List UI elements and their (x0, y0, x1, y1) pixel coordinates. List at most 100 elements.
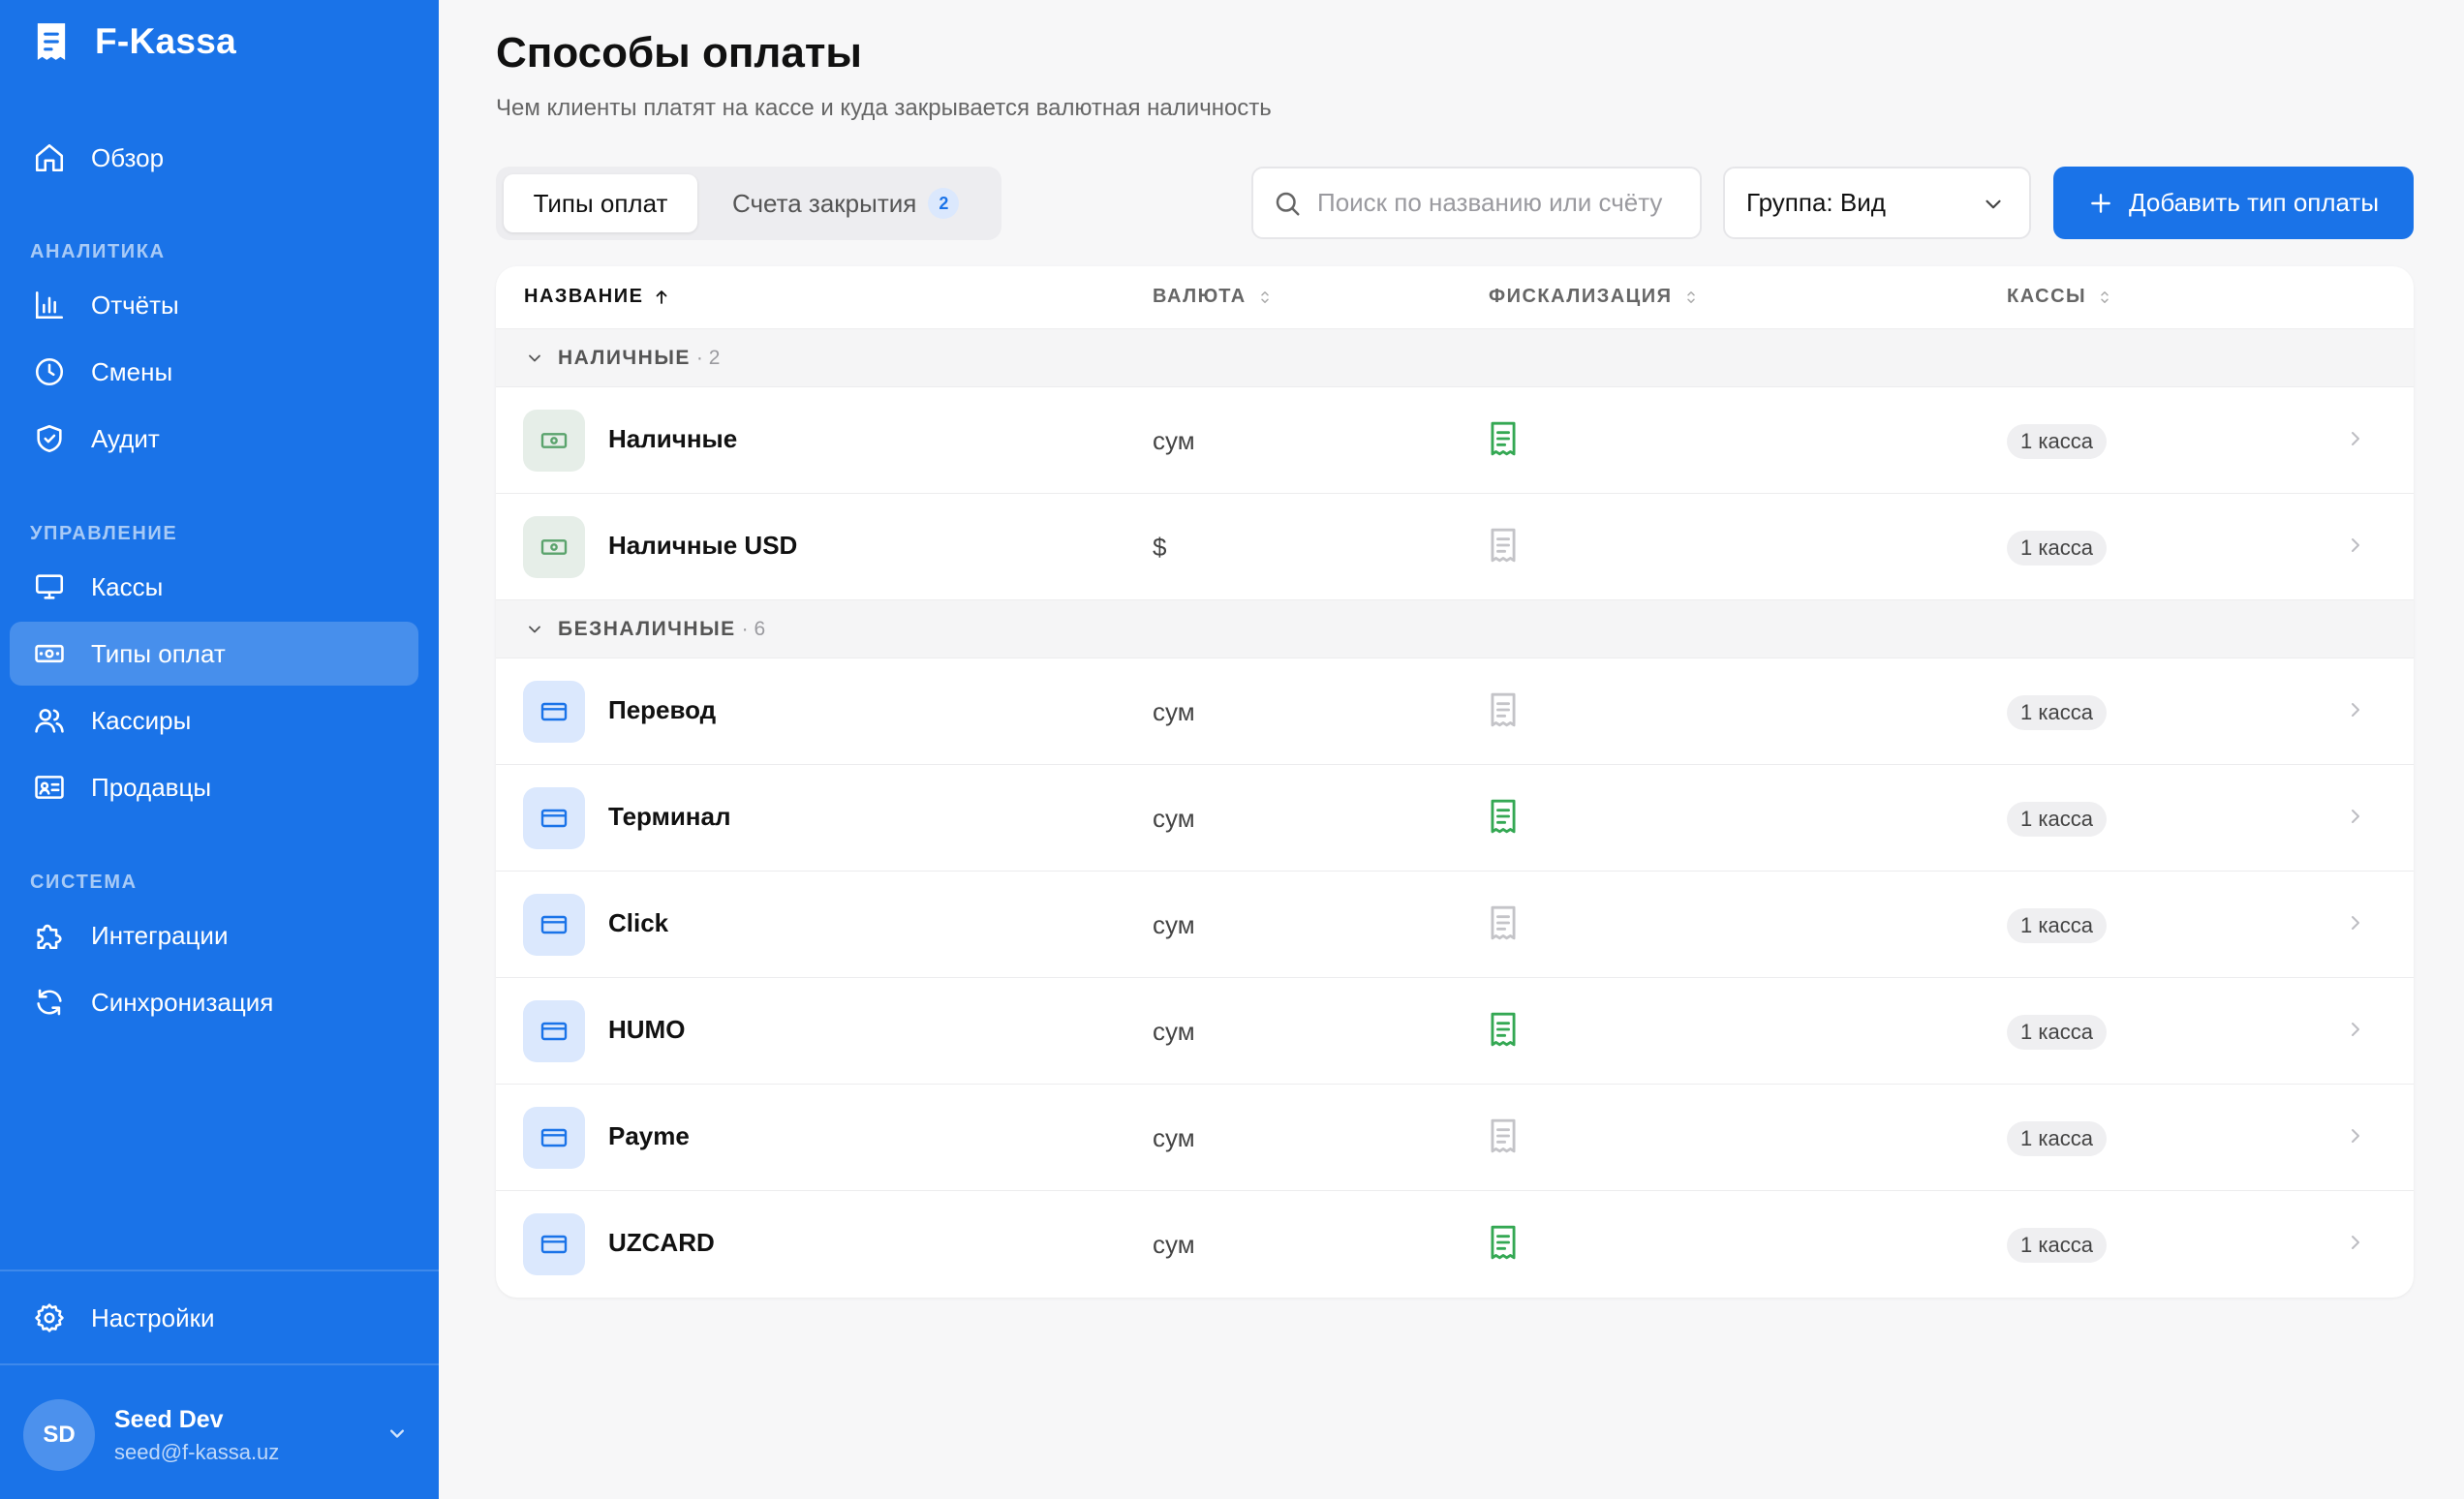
chevron-right-icon (2352, 538, 2359, 552)
column-label: НАЗВАНИЕ (524, 286, 644, 307)
table-row[interactable]: Терминал сум 1 касса (496, 765, 2414, 872)
kassy-badge: 1 касса (2007, 695, 2107, 730)
card-icon-tile (523, 1107, 585, 1169)
tab-payment-types[interactable]: Типы оплат (504, 174, 697, 232)
chevron-right-icon (2352, 916, 2359, 930)
sort-icon (1686, 291, 1695, 303)
table-header: НАЗВАНИЕ ВАЛЮТА ФИСКАЛИЗАЦИЯ КАССЫ (496, 266, 2414, 329)
group-header-cashless[interactable]: БЕЗНАЛИЧНЫЕ · 6 (496, 600, 2414, 658)
sidebar-item-kassy[interactable]: Кассы (10, 555, 418, 619)
bar-chart-icon (35, 291, 64, 320)
payment-name: Payme (608, 1121, 690, 1150)
card-icon-tile (523, 787, 585, 849)
fiscal-receipt-icon (1491, 421, 1516, 456)
sort-icon (1260, 291, 1269, 303)
column-label: ВАЛЮТА (1153, 286, 1247, 307)
column-header-kassy[interactable]: КАССЫ (2007, 286, 2113, 308)
group-header-cash[interactable]: НАЛИЧНЫЕ · 2 (496, 329, 2414, 387)
chevron-down-icon (390, 1429, 404, 1438)
payment-name: Наличные (608, 424, 738, 453)
kassy-badge: 1 касса (2007, 1121, 2107, 1156)
table-row[interactable]: Наличные USD $ 1 касса (496, 494, 2414, 600)
add-button-label: Добавить тип оплаты (2128, 188, 2380, 217)
table-row[interactable]: UZCARD сум 1 касса (496, 1191, 2414, 1298)
sidebar-item-shifts[interactable]: Смены (10, 340, 418, 404)
payment-currency: сум (1153, 1123, 1195, 1152)
user-menu[interactable]: SD Seed Dev seed@f-kassa.uz (23, 1396, 411, 1474)
sidebar-item-label: Синхронизация (91, 987, 274, 1017)
sidebar-item-label: Обзор (91, 142, 165, 172)
chevron-right-icon (2352, 1023, 2359, 1036)
sidebar-item-sellers[interactable]: Продавцы (10, 755, 418, 819)
payment-currency: сум (1153, 804, 1195, 833)
brand[interactable]: F-Kassa (33, 17, 236, 66)
column-header-name[interactable]: НАЗВАНИЕ (524, 286, 670, 308)
column-header-fiscal[interactable]: ФИСКАЛИЗАЦИЯ (1489, 286, 1700, 308)
card-icon-tile (523, 894, 585, 956)
sidebar-item-settings[interactable]: Настройки (10, 1286, 418, 1350)
sidebar-item-label: Интеграции (91, 920, 229, 950)
sidebar-item-audit[interactable]: Аудит (10, 407, 418, 471)
group-select-value: Группа: Вид (1746, 188, 1886, 217)
group-title: НАЛИЧНЫЕ (558, 346, 691, 369)
group-select[interactable]: Группа: Вид (1723, 167, 2031, 239)
sidebar-item-reports[interactable]: Отчёты (10, 273, 418, 337)
table-row[interactable]: Наличные сум 1 касса (496, 387, 2414, 494)
shield-check-icon (37, 424, 62, 453)
tab-closing-accounts[interactable]: Счета закрытия 2 (732, 174, 960, 232)
column-header-currency[interactable]: ВАЛЮТА (1153, 286, 1274, 308)
sidebar-item-integrations[interactable]: Интеграции (10, 903, 418, 967)
credit-card-icon (540, 809, 568, 828)
fiscal-receipt-icon (1491, 1012, 1516, 1047)
chevron-right-icon (2352, 810, 2359, 823)
search-input[interactable] (1317, 188, 1695, 218)
user-email: seed@f-kassa.uz (114, 1439, 280, 1464)
fiscal-receipt-icon (1491, 1225, 1516, 1260)
table-row[interactable]: Перевод сум 1 касса (496, 658, 2414, 765)
table-row[interactable]: Payme сум 1 касса (496, 1085, 2414, 1191)
count-badge: 2 (928, 188, 960, 219)
sidebar: F-Kassa Обзор АНАЛИТИКА Отчёты Смены Ауд… (0, 0, 439, 1499)
sidebar-item-label: Кассы (91, 571, 164, 601)
search-box (1251, 167, 1702, 239)
home-icon (35, 143, 64, 172)
chevron-down-icon (1986, 199, 2001, 209)
sidebar-item-payment-types[interactable]: Типы оплат (10, 622, 418, 686)
card-icon-tile (523, 1000, 585, 1062)
credit-card-icon (540, 1128, 568, 1147)
sidebar-divider (0, 1363, 439, 1365)
sidebar-item-cashiers[interactable]: Кассиры (10, 688, 418, 752)
table-row[interactable]: HUMO сум 1 касса (496, 978, 2414, 1085)
payment-currency: сум (1153, 910, 1195, 939)
sidebar-item-label: Продавцы (91, 772, 212, 802)
receipt-logo-icon (37, 23, 66, 60)
payment-currency: сум (1153, 1230, 1195, 1259)
fiscal-receipt-icon (1491, 905, 1516, 940)
arrow-up-icon (657, 290, 667, 304)
chevron-right-icon (2352, 703, 2359, 717)
banknote-icon (540, 433, 568, 448)
payment-currency: $ (1153, 533, 1167, 562)
table-row[interactable]: Click сум 1 касса (496, 872, 2414, 978)
chevron-right-icon (2352, 1236, 2359, 1249)
sidebar-item-sync[interactable]: Синхронизация (10, 970, 418, 1034)
fiscal-receipt-icon (1491, 799, 1516, 834)
chevron-right-icon (2352, 432, 2359, 445)
puzzle-icon (37, 924, 62, 950)
sidebar-item-overview[interactable]: Обзор (10, 126, 418, 190)
card-icon-tile (523, 681, 585, 743)
payment-types-table: НАЗВАНИЕ ВАЛЮТА ФИСКАЛИЗАЦИЯ КАССЫ НАЛИЧ… (496, 266, 2414, 1298)
add-payment-type-button[interactable]: Добавить тип оплаты (2053, 167, 2414, 239)
chevron-down-icon (529, 626, 540, 632)
credit-card-icon (540, 915, 568, 934)
column-label: КАССЫ (2007, 286, 2087, 307)
payment-name: Click (608, 908, 669, 937)
credit-card-icon (540, 702, 568, 721)
clock-icon (35, 357, 64, 386)
tabs: Типы оплат Счета закрытия 2 (496, 167, 1001, 240)
kassy-badge: 1 касса (2007, 531, 2107, 566)
id-card-icon (35, 776, 64, 799)
tab-label: Типы оплат (533, 188, 668, 218)
kassy-badge: 1 касса (2007, 1228, 2107, 1263)
card-icon-tile (523, 1213, 585, 1275)
